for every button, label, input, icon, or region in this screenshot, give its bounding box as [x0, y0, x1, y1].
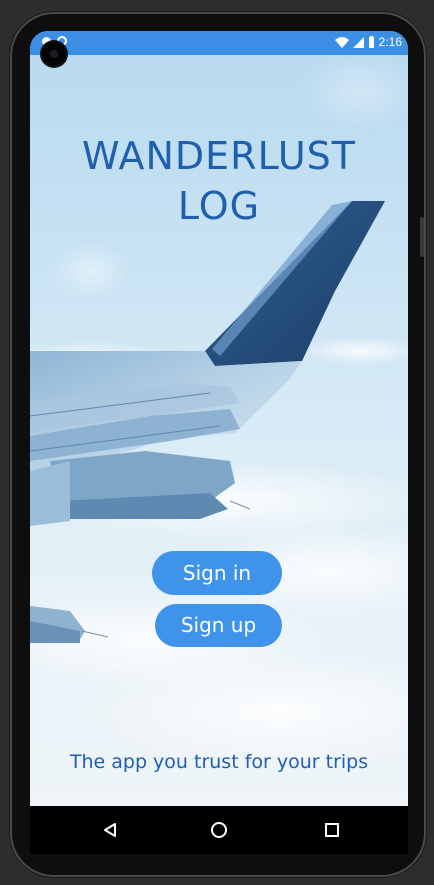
side-button [420, 217, 424, 257]
sign-in-button[interactable]: Sign in [152, 551, 282, 595]
tagline: The app you trust for your trips [69, 751, 369, 773]
device-frame-area: 2:16 WANDERLUST LOG Sign in Sign up The … [0, 0, 434, 885]
recent-apps-icon[interactable] [320, 818, 344, 842]
app-title: WANDERLUST LOG [30, 131, 408, 231]
sign-up-button[interactable]: Sign up [155, 604, 282, 647]
app-title-line2: LOG [177, 184, 261, 228]
navigation-bar [30, 806, 408, 854]
back-icon[interactable] [98, 818, 122, 842]
app-title-line1: WANDERLUST [81, 134, 356, 178]
app-screen: 2:16 WANDERLUST LOG Sign in Sign up The … [30, 31, 408, 806]
home-icon[interactable] [207, 818, 231, 842]
front-camera [42, 42, 66, 66]
